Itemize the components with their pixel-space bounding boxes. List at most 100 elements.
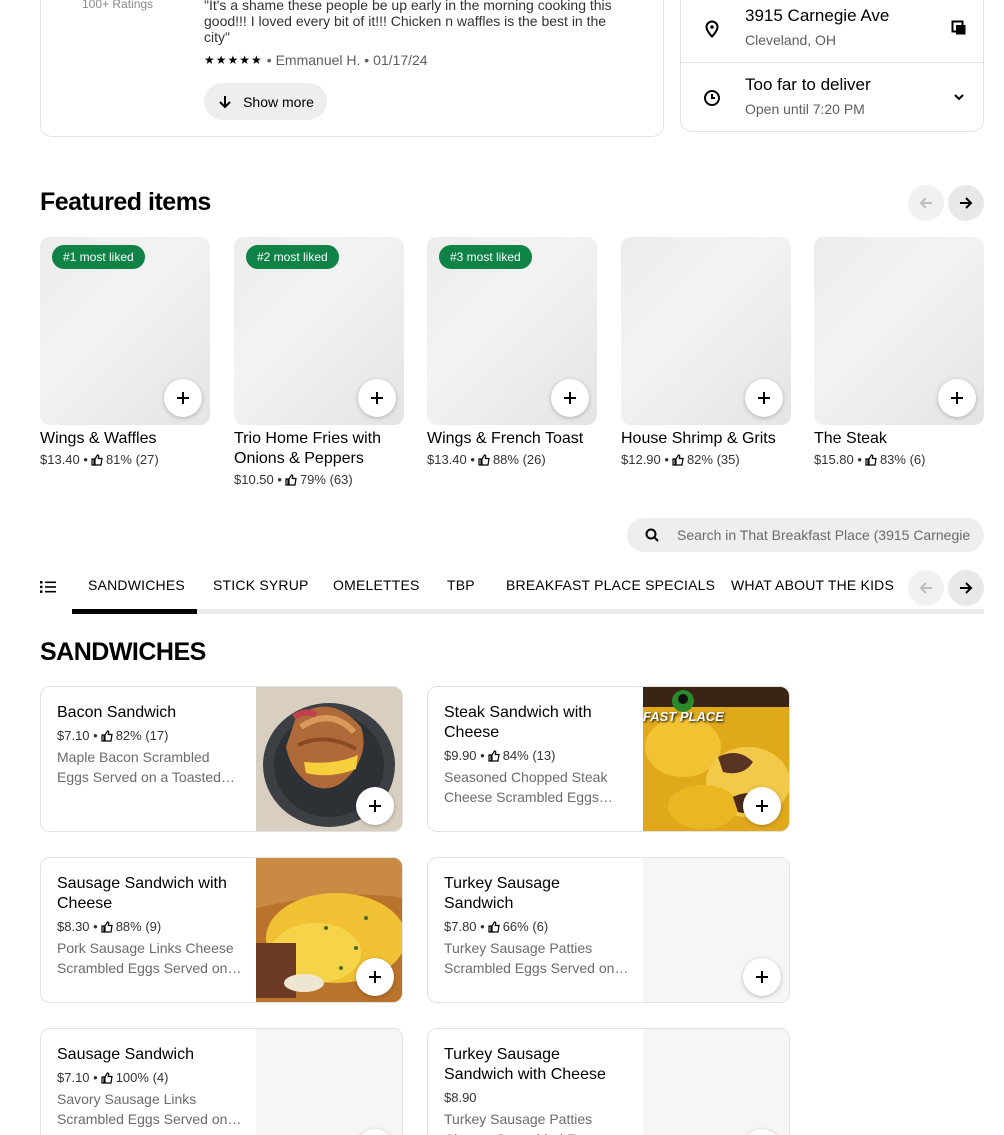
show-more-button[interactable]: Show more xyxy=(204,83,327,120)
featured-item-meta: $13.40 • 88% (26) xyxy=(427,450,597,470)
add-item-button[interactable] xyxy=(164,379,202,417)
tab-omelettes[interactable]: OMELETTES xyxy=(333,577,420,593)
category-active-indicator xyxy=(72,609,197,614)
add-item-button[interactable] xyxy=(938,379,976,417)
item-rating: 83% (6) xyxy=(879,452,926,467)
item-rating: 79% (63) xyxy=(299,472,353,487)
add-item-button[interactable] xyxy=(551,379,589,417)
add-item-button[interactable] xyxy=(356,787,394,825)
menu-item-image xyxy=(643,1029,789,1135)
review-meta: ★★★★★ • Emmanuel H. • 01/17/24 xyxy=(204,52,428,68)
chevron-down-icon[interactable] xyxy=(953,93,965,101)
city-line: Cleveland, OH xyxy=(745,32,837,48)
menu-search[interactable] xyxy=(627,518,984,552)
hours-row[interactable]: Too far to deliver Open until 7:20 PM xyxy=(681,62,983,132)
arrow-right-icon xyxy=(960,197,973,209)
featured-item-name: House Shrimp & Grits xyxy=(621,430,776,447)
add-item-button[interactable] xyxy=(356,958,394,996)
add-item-button[interactable] xyxy=(743,1129,781,1135)
menu-item-description: Turkey Sausage Patties Scrambled Eggs Se… xyxy=(444,940,627,976)
featured-item-name: Trio Home Fries with Onions & Peppers xyxy=(234,430,381,467)
tab-stick-syrup[interactable]: STICK SYRUP xyxy=(213,577,309,593)
thumbs-up-icon xyxy=(91,454,103,466)
featured-item[interactable]: #3 most liked Wings & French Toast $13.4… xyxy=(427,237,597,470)
arrow-down-icon xyxy=(219,95,231,108)
menu-item-meta: $8.90 xyxy=(444,1090,630,1105)
menu-item-meta: $9.90 • 84% (13) xyxy=(444,748,630,763)
tab-what-about-the-kids[interactable]: WHAT ABOUT THE KIDS xyxy=(731,577,894,593)
thumbs-up-icon xyxy=(672,454,684,466)
plus-icon xyxy=(756,800,768,812)
menu-item-meta: $8.30 • 88% (9) xyxy=(57,919,243,934)
category-next-button[interactable] xyxy=(948,570,984,606)
item-rating: 84% (13) xyxy=(502,748,556,763)
menu-item-image xyxy=(256,1029,402,1135)
item-rating: 88% (9) xyxy=(115,919,162,934)
item-price: $9.90 • xyxy=(444,748,485,763)
arrow-right-icon xyxy=(960,582,973,594)
featured-item[interactable]: #1 most liked Wings & Waffles $13.40 • 81… xyxy=(40,237,210,470)
add-item-button[interactable] xyxy=(358,379,396,417)
add-item-button[interactable] xyxy=(743,958,781,996)
menu-item-description: Savory Sausage Links Scrambled Eggs Serv… xyxy=(57,1091,240,1127)
featured-prev-button[interactable] xyxy=(908,185,944,221)
menu-item-card[interactable]: Sausage Sandwich with Cheese $8.30 • 88% … xyxy=(40,857,403,1003)
plus-icon xyxy=(564,392,576,404)
menu-item-name: Steak Sandwich with Cheese xyxy=(444,704,592,741)
tab-tbp[interactable]: TBP xyxy=(447,577,475,593)
menu-item-name: Bacon Sandwich xyxy=(57,704,177,721)
most-liked-badge: #3 most liked xyxy=(439,245,532,269)
menu-item-image xyxy=(256,858,402,1002)
review-text: "It's a shame these people be up early i… xyxy=(204,0,612,45)
add-item-button[interactable] xyxy=(745,379,783,417)
show-more-label: Show more xyxy=(243,93,314,110)
featured-title: Featured items xyxy=(40,188,211,216)
menu-list-icon[interactable] xyxy=(40,580,56,594)
featured-item-meta: $13.40 • 81% (27) xyxy=(40,450,210,470)
menu-item-card[interactable]: Bacon Sandwich $7.10 • 82% (17) Maple Bac… xyxy=(40,686,403,832)
item-rating: 66% (6) xyxy=(502,919,549,934)
arrow-left-icon xyxy=(919,582,932,594)
item-price: $10.50 • xyxy=(234,472,282,487)
featured-item-meta: $12.90 • 82% (35) xyxy=(621,450,791,470)
tab-breakfast-place-specials[interactable]: BREAKFAST PLACE SPECIALS xyxy=(506,577,715,593)
most-liked-badge: #1 most liked xyxy=(52,245,145,269)
menu-item-description: Seasoned Chopped Steak Cheese Scrambled … xyxy=(444,769,608,805)
menu-item-name: Sausage Sandwich xyxy=(57,1046,194,1063)
featured-item-image xyxy=(621,237,791,425)
copy-icon[interactable] xyxy=(951,20,967,36)
menu-item-image xyxy=(643,858,789,1002)
featured-item[interactable]: House Shrimp & Grits $12.90 • 82% (35) xyxy=(621,237,791,470)
menu-item-description: Turkey Sausage Patties Cheese Scrambled … xyxy=(444,1111,599,1135)
menu-item-card[interactable]: Turkey Sausage Sandwich with Cheese $8.9… xyxy=(427,1028,790,1135)
featured-next-button[interactable] xyxy=(948,185,984,221)
address-row[interactable]: 3915 Carnegie Ave Cleveland, OH xyxy=(681,0,983,62)
featured-item-meta: $10.50 • 79% (63) xyxy=(234,470,404,490)
thumbs-up-icon xyxy=(101,920,113,933)
menu-item-description: Pork Sausage Links Cheese Scrambled Eggs… xyxy=(57,940,240,976)
featured-item[interactable]: The Steak $15.80 • 83% (6) xyxy=(814,237,984,470)
add-item-button[interactable] xyxy=(743,787,781,825)
featured-item-name: The Steak xyxy=(814,430,887,447)
plus-icon xyxy=(369,971,381,983)
featured-item-image xyxy=(814,237,984,425)
plus-icon xyxy=(177,392,189,404)
plus-icon xyxy=(369,800,381,812)
menu-item-meta: $7.10 • 100% (4) xyxy=(57,1070,243,1085)
menu-item-card[interactable]: Turkey Sausage Sandwich $7.80 • 66% (6) T… xyxy=(427,857,790,1003)
thumbs-up-icon xyxy=(101,1071,113,1084)
thumbs-up-icon xyxy=(865,454,877,466)
featured-item-name: Wings & French Toast xyxy=(427,430,584,447)
thumbs-up-icon xyxy=(488,920,500,933)
item-rating: 100% (4) xyxy=(115,1070,169,1085)
featured-item[interactable]: #2 most liked Trio Home Fries with Onion… xyxy=(234,237,404,490)
search-input[interactable] xyxy=(677,527,972,543)
menu-item-card[interactable]: Sausage Sandwich $7.10 • 100% (4) Savory … xyxy=(40,1028,403,1135)
tab-sandwiches[interactable]: SANDWICHES xyxy=(88,577,185,593)
category-prev-button[interactable] xyxy=(908,570,944,606)
menu-item-card[interactable]: Steak Sandwich with Cheese $9.90 • 84% (1… xyxy=(427,686,790,832)
star-rating-icon: ★★★★★ xyxy=(204,53,263,67)
item-price: $8.90 xyxy=(444,1090,477,1105)
add-item-button[interactable] xyxy=(356,1129,394,1135)
item-rating: 82% (17) xyxy=(115,728,169,743)
